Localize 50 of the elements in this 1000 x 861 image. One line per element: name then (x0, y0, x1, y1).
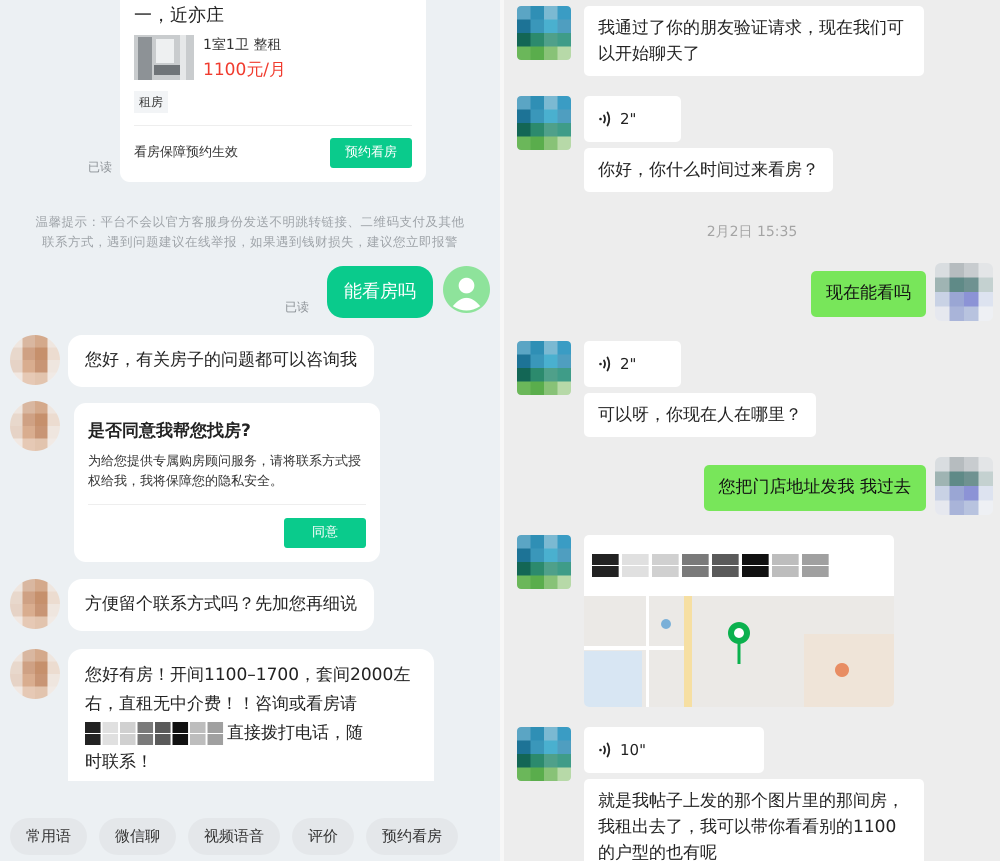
voice-icon (598, 741, 612, 759)
avatar (10, 334, 60, 384)
message-text: 直接拨打电话，随 (227, 722, 363, 745)
avatar (10, 649, 60, 699)
avatar-icon (443, 266, 490, 312)
avatar (935, 263, 993, 321)
voice-message[interactable]: 2" (584, 341, 681, 387)
voice-message[interactable]: 10" (584, 727, 764, 773)
avatar (517, 96, 571, 150)
voice-duration: 2" (620, 354, 636, 375)
quick-reply-chip[interactable]: 评价 (292, 818, 354, 855)
message-bubble: 现在能看吗 (811, 271, 926, 317)
message-bubble: 您把门店地址发我 我过去 (704, 465, 926, 511)
quick-reply-chip[interactable]: 微信聊 (99, 818, 176, 855)
quick-reply-chip[interactable]: 常用语 (10, 818, 87, 855)
message-bubble: 方便留个联系方式吗？先加您再细说 (68, 579, 374, 631)
message-text: 您好有房！开间1100–1700，套间2000左右，直租无中介费！！咨询或看房请 (85, 665, 410, 714)
avatar (517, 6, 571, 60)
voice-duration: 10" (620, 740, 646, 761)
location-card[interactable] (584, 535, 894, 707)
guarantee-text: 看房保障预约生效 (134, 144, 238, 162)
avatar (517, 535, 571, 589)
voice-duration: 2" (620, 108, 636, 130)
avatar (10, 579, 60, 629)
message-bubble: 能看房吗 (327, 266, 433, 318)
read-receipt: 已读 (88, 158, 112, 176)
voice-message[interactable]: 2" (584, 96, 681, 142)
voice-icon (598, 355, 612, 373)
timestamp: 2月2日 15:35 (706, 223, 798, 242)
message-text: 时联系！ (85, 751, 154, 774)
price: 1100元/月 (203, 59, 286, 82)
message-bubble: 您好，有关房子的问题都可以咨询我 (68, 334, 374, 386)
avatar (517, 727, 571, 781)
avatar (517, 341, 571, 395)
avatar (10, 400, 60, 450)
room-layout: 1室1卫 整租 (203, 36, 282, 55)
card-body: 为给您提供专属购房顾问服务，请将联系方式授权给我，我将保障您的隐私安全。 (88, 452, 366, 505)
listing-title: 一，近亦庄 (134, 4, 225, 28)
card-title: 是否同意我帮您找房? (88, 420, 252, 442)
tag: 租房 (134, 90, 168, 112)
quick-reply-chip[interactable]: 视频语音 (188, 818, 280, 855)
read-receipt: 已读 (285, 298, 309, 316)
voice-icon (598, 110, 612, 128)
message-bubble: 你好，你什么时间过来看房？ (584, 148, 833, 192)
message-bubble: 就是我帖子上发的那个图片里的那间房，我租出去了，我可以带你看看别的1100的户型的也有呢 (584, 779, 924, 861)
message-bubble: 我通过了你的朋友验证请求，现在我们可以开始聊天了 (584, 6, 924, 76)
quick-reply-chip[interactable]: 预约看房 (366, 818, 458, 855)
safety-notice: 温馨提示：平台不会以官方客服身份发送不明跳转链接、二维码支付及其他联系方式，遇到问题建议在线举报，如果遇到钱财损失，建议您立即报警 (34, 212, 466, 250)
avatar (935, 457, 993, 515)
message-bubble: 可以呀，你现在人在哪里？ (584, 393, 816, 437)
